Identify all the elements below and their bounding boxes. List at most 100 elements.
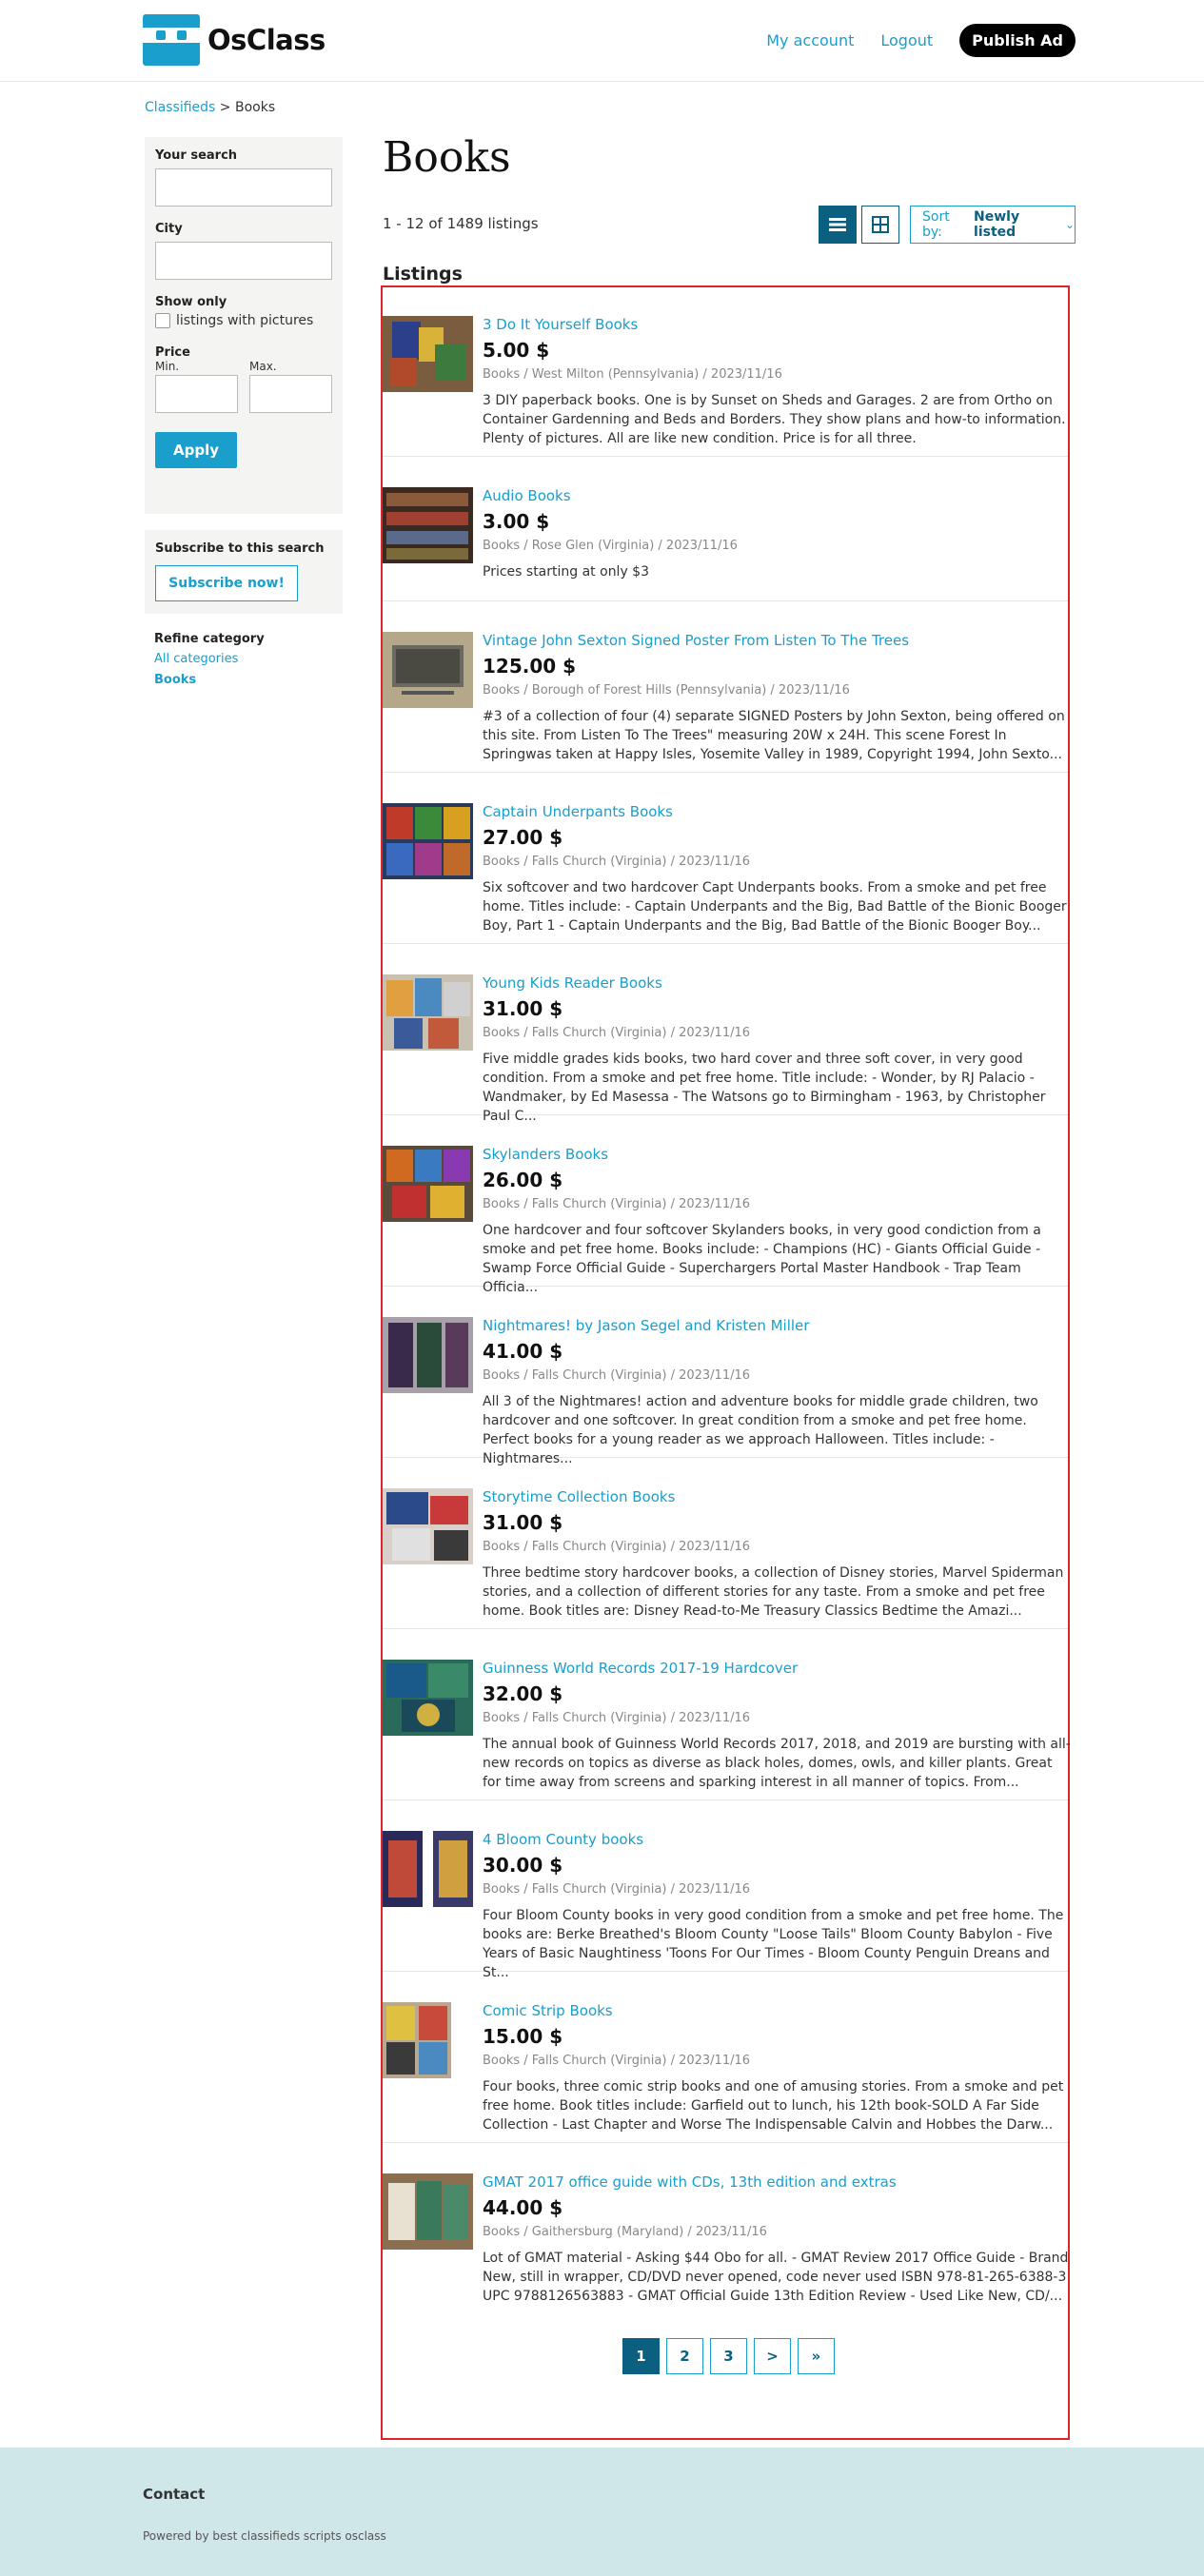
listing-title-link[interactable]: GMAT 2017 office guide with CDs, 13th ed… — [483, 2173, 897, 2191]
last-page-button[interactable]: » — [798, 2338, 835, 2374]
listing-count: 1 - 12 of 1489 listings — [383, 215, 539, 232]
listing-item: Vintage John Sexton Signed Poster From L… — [383, 601, 1068, 773]
listing-thumbnail[interactable] — [383, 803, 473, 879]
listing-meta: Books / Rose Glen (Virginia) / 2023/11/1… — [483, 539, 738, 553]
price-max-input[interactable] — [249, 375, 332, 413]
listing-thumbnail[interactable] — [383, 1317, 473, 1393]
listing-thumbnail[interactable] — [383, 1488, 473, 1564]
city-input[interactable] — [155, 242, 332, 280]
books-category-link[interactable]: Books — [154, 673, 265, 687]
sort-label: Sort by: — [922, 209, 950, 240]
page-title: Books — [383, 133, 511, 182]
top-nav: My account Logout Publish Ad — [766, 24, 1076, 57]
listing-thumbnail[interactable] — [383, 316, 473, 392]
page-1-button[interactable]: 1 — [622, 2338, 660, 2374]
listing-thumbnail[interactable] — [383, 1146, 473, 1222]
city-label: City — [155, 222, 183, 236]
listing-item: GMAT 2017 office guide with CDs, 13th ed… — [383, 2143, 1068, 2314]
listing-description: Three bedtime story hardcover books, a c… — [483, 1565, 1064, 1619]
all-categories-link[interactable]: All categories — [154, 652, 265, 666]
listing-title-link[interactable]: Comic Strip Books — [483, 2002, 613, 2019]
listing-meta: Books / Falls Church (Virginia) / 2023/1… — [483, 1026, 751, 1040]
listing-thumbnail[interactable] — [383, 2173, 473, 2250]
listing-price: 27.00 $ — [483, 826, 563, 849]
listing-item: Young Kids Reader Books 31.00 $ Books / … — [383, 944, 1068, 1124]
listing-item: Nightmares! by Jason Segel and Kristen M… — [383, 1287, 1068, 1466]
listing-title-link[interactable]: Guinness World Records 2017-19 Hardcover — [483, 1660, 798, 1677]
listing-description: The annual book of Guinness World Record… — [483, 1737, 1071, 1790]
listing-item: 4 Bloom County books 30.00 $ Books / Fal… — [383, 1800, 1068, 1980]
logout-link[interactable]: Logout — [880, 31, 933, 49]
with-pictures-option[interactable]: listings with pictures — [155, 313, 332, 328]
subscribe-button[interactable]: Subscribe now! — [155, 565, 298, 601]
listing-price: 31.00 $ — [483, 1511, 563, 1534]
listing-meta: Books / Gaithersburg (Maryland) / 2023/1… — [483, 2225, 767, 2239]
price-min-input[interactable] — [155, 375, 238, 413]
breadcrumb-separator: > — [215, 100, 235, 115]
listing-meta: Books / Borough of Forest Hills (Pennsyl… — [483, 683, 850, 698]
header: OsClass My account Logout Publish Ad — [0, 0, 1204, 82]
listing-title-link[interactable]: Audio Books — [483, 487, 571, 504]
listing-price: 41.00 $ — [483, 1340, 563, 1363]
price-max-label: Max. — [249, 360, 277, 373]
listing-thumbnail[interactable] — [383, 2002, 451, 2078]
logo-icon — [143, 14, 200, 66]
listing-title-link[interactable]: 4 Bloom County books — [483, 1831, 643, 1848]
listing-item: Storytime Collection Books 31.00 $ Books… — [383, 1458, 1068, 1629]
grid-view-button[interactable] — [861, 206, 899, 244]
listing-price: 15.00 $ — [483, 2025, 563, 2048]
show-only-label: Show only — [155, 295, 227, 309]
price-min-label: Min. — [155, 360, 180, 373]
listing-thumbnail[interactable] — [383, 487, 473, 563]
listing-meta: Books / Falls Church (Virginia) / 2023/1… — [483, 2054, 751, 2068]
page-2-button[interactable]: 2 — [666, 2338, 703, 2374]
listing-description: #3 of a collection of four (4) separate … — [483, 709, 1065, 762]
listing-meta: Books / Falls Church (Virginia) / 2023/1… — [483, 1882, 751, 1897]
contact-link[interactable]: Contact — [143, 2486, 205, 2503]
listing-thumbnail[interactable] — [383, 974, 473, 1051]
listing-price: 3.00 $ — [483, 510, 550, 533]
with-pictures-checkbox[interactable] — [155, 313, 170, 328]
listing-description: Five middle grades kids books, two hard … — [483, 1052, 1046, 1124]
listing-thumbnail[interactable] — [383, 1831, 473, 1907]
publish-ad-button[interactable]: Publish Ad — [959, 24, 1076, 57]
page-3-button[interactable]: 3 — [710, 2338, 747, 2374]
listing-description: Lot of GMAT material - Asking $44 Obo fo… — [483, 2251, 1069, 2304]
sort-dropdown[interactable]: Sort by: Newly listed ⌄ — [910, 206, 1076, 244]
listing-thumbnail[interactable] — [383, 632, 473, 708]
subscribe-panel: Subscribe to this search Subscribe now! — [145, 530, 343, 614]
listing-title-link[interactable]: Vintage John Sexton Signed Poster From L… — [483, 632, 909, 649]
sort-value: Newly listed — [974, 209, 1020, 240]
subscribe-title: Subscribe to this search — [155, 541, 325, 556]
next-page-button[interactable]: > — [754, 2338, 791, 2374]
search-input[interactable] — [155, 168, 332, 206]
grid-view-icon — [872, 216, 889, 233]
listing-description: 3 DIY paperback books. One is by Sunset … — [483, 393, 1066, 446]
listing-price: 5.00 $ — [483, 339, 550, 362]
listing-price: 30.00 $ — [483, 1854, 563, 1877]
site-logo[interactable]: OsClass — [143, 14, 326, 66]
listing-title-link[interactable]: Nightmares! by Jason Segel and Kristen M… — [483, 1317, 809, 1334]
listing-price: 26.00 $ — [483, 1169, 563, 1191]
listing-title-link[interactable]: Skylanders Books — [483, 1146, 608, 1163]
listing-description: One hardcover and four softcover Skyland… — [483, 1223, 1041, 1295]
listing-meta: Books / Falls Church (Virginia) / 2023/1… — [483, 1540, 751, 1554]
listing-title-link[interactable]: Storytime Collection Books — [483, 1488, 675, 1505]
listing-title-link[interactable]: Captain Underpants Books — [483, 803, 673, 820]
listing-price: 31.00 $ — [483, 997, 563, 1020]
listing-description: Six softcover and two hardcover Capt Und… — [483, 880, 1067, 934]
breadcrumb-root-link[interactable]: Classifieds — [145, 100, 215, 115]
listing-description: All 3 of the Nightmares! action and adve… — [483, 1394, 1038, 1466]
listing-title-link[interactable]: Young Kids Reader Books — [483, 974, 662, 992]
list-view-button[interactable] — [819, 206, 857, 244]
listing-thumbnail[interactable] — [383, 1660, 473, 1736]
listing-title-link[interactable]: 3 Do It Yourself Books — [483, 316, 638, 333]
list-view-icon — [829, 218, 846, 231]
listing-item: 3 Do It Yourself Books 5.00 $ Books / We… — [383, 285, 1068, 457]
breadcrumb: Classifieds > Books — [145, 100, 275, 115]
my-account-link[interactable]: My account — [766, 31, 854, 49]
listing-description: Four Bloom County books in very good con… — [483, 1908, 1064, 1980]
apply-button[interactable]: Apply — [155, 432, 237, 468]
listing-price: 44.00 $ — [483, 2196, 563, 2219]
footer: Contact Powered by best classifieds scri… — [0, 2448, 1204, 2576]
